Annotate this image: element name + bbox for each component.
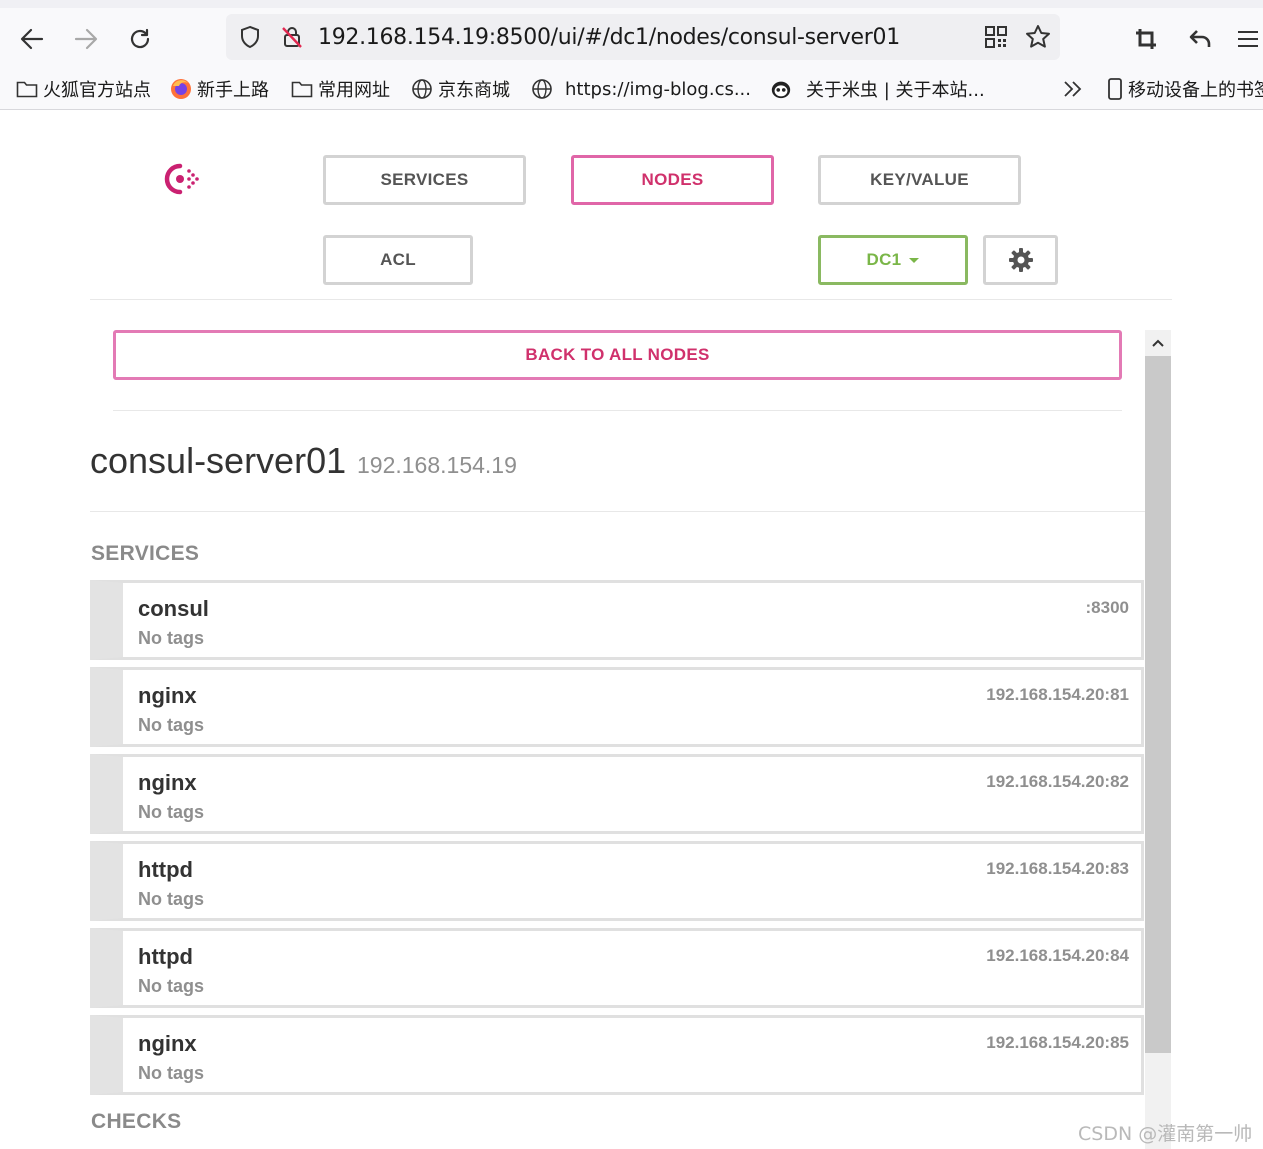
folder-icon	[291, 78, 313, 100]
qr-code-icon[interactable]	[982, 24, 1010, 50]
datacenter-dropdown[interactable]: DC1	[818, 235, 968, 285]
bookmark-item[interactable]: 移动设备上的书签	[1106, 76, 1263, 102]
service-address: 192.168.154.20:84	[986, 946, 1129, 965]
tab-strip	[0, 0, 1263, 8]
caret-down-icon	[909, 257, 920, 263]
service-address: 192.168.154.20:85	[986, 1033, 1129, 1052]
forward-arrow-icon[interactable]	[68, 22, 104, 56]
nav-acl-label: ACL	[380, 250, 416, 269]
bookmarks-bar: 火狐官方站点 新手上路 常用网址 京东商城 https://img-blog.c…	[0, 70, 1263, 110]
bookmark-item[interactable]: 常用网址	[291, 76, 390, 102]
reload-icon[interactable]	[122, 22, 158, 56]
service-address: :8300	[1085, 598, 1129, 617]
bookmark-label: 新手上路	[197, 80, 269, 101]
back-arrow-icon[interactable]	[14, 22, 50, 56]
service-name: nginx	[138, 770, 197, 795]
consul-logo-icon[interactable]	[160, 160, 202, 198]
bookmark-label: 常用网址	[318, 80, 390, 101]
gear-icon	[1008, 247, 1034, 273]
browser-toolbar: 192.168.154.19:8500/ui/#/dc1/nodes/consu…	[0, 8, 1263, 70]
nav-services-button[interactable]: SERVICES	[323, 155, 526, 205]
bookmark-item[interactable]: 火狐官方站点	[16, 76, 151, 102]
divider	[113, 410, 1122, 411]
service-row[interactable]: httpd No tags 192.168.154.20:83	[90, 841, 1144, 921]
firefox-icon	[170, 78, 192, 100]
scrollbar-thumb[interactable]	[1145, 356, 1171, 1053]
settings-button[interactable]	[983, 235, 1058, 285]
service-tags: No tags	[138, 1063, 205, 1083]
nav-keyvalue-button[interactable]: KEY/VALUE	[818, 155, 1021, 205]
url-bar[interactable]: 192.168.154.19:8500/ui/#/dc1/nodes/consu…	[226, 14, 1060, 60]
globe-icon	[531, 78, 553, 100]
services-section-title: SERVICES	[91, 542, 200, 565]
service-address: 192.168.154.20:81	[986, 685, 1129, 704]
bookmark-item[interactable]: 关于米虫 | 关于本站...	[770, 76, 985, 102]
service-name: nginx	[138, 683, 197, 708]
service-tags: No tags	[138, 976, 205, 996]
insecure-lock-icon[interactable]	[278, 24, 306, 50]
header-divider	[90, 299, 1172, 300]
bookmark-label: 火狐官方站点	[43, 80, 151, 101]
service-address: 192.168.154.20:82	[986, 772, 1129, 791]
service-name: nginx	[138, 1031, 197, 1056]
bookmark-item[interactable]: https://img-blog.cs...	[531, 76, 751, 102]
service-name: httpd	[138, 944, 193, 969]
service-tags: No tags	[138, 715, 205, 735]
bookmark-item[interactable]: 京东商城	[411, 76, 510, 102]
service-row[interactable]: httpd No tags 192.168.154.20:84	[90, 928, 1144, 1008]
service-row[interactable]: nginx No tags 192.168.154.20:85	[90, 1015, 1144, 1095]
nav-nodes-label: NODES	[641, 170, 704, 189]
nav-services-label: SERVICES	[380, 170, 469, 189]
bookmark-label: 关于米虫 | 关于本站...	[806, 80, 985, 101]
back-to-all-nodes-button[interactable]: BACK TO ALL NODES	[113, 330, 1122, 380]
crop-icon[interactable]	[1128, 22, 1164, 56]
panda-icon	[770, 78, 792, 100]
star-bookmark-icon[interactable]	[1024, 24, 1052, 50]
service-name: httpd	[138, 857, 193, 882]
folder-icon	[16, 78, 38, 100]
bookmark-label: https://img-blog.cs...	[565, 78, 752, 100]
service-row[interactable]: nginx No tags 192.168.154.20:82	[90, 754, 1144, 834]
service-tags: No tags	[138, 628, 205, 648]
checks-section-title: CHECKS	[91, 1110, 182, 1133]
service-tags: No tags	[138, 802, 205, 822]
node-name: consul-server01	[90, 440, 347, 481]
service-tags: No tags	[138, 889, 205, 909]
watermark: CSDN @灌南第一帅	[1078, 1123, 1253, 1145]
undo-icon[interactable]	[1182, 22, 1218, 56]
globe-icon	[411, 78, 433, 100]
divider	[90, 511, 1145, 512]
service-row[interactable]: nginx No tags 192.168.154.20:81	[90, 667, 1144, 747]
mobile-icon	[1106, 78, 1124, 100]
more-bookmarks-chevron-icon[interactable]	[1062, 76, 1084, 102]
nav-keyvalue-label: KEY/VALUE	[870, 170, 969, 189]
back-to-all-nodes-label: BACK TO ALL NODES	[525, 345, 710, 364]
bookmark-item[interactable]: 新手上路	[170, 76, 269, 102]
service-address: 192.168.154.20:83	[986, 859, 1129, 878]
node-ip: 192.168.154.19	[357, 452, 517, 478]
nav-acl-button[interactable]: ACL	[323, 235, 473, 285]
service-row[interactable]: consul No tags :8300	[90, 580, 1144, 660]
url-text[interactable]: 192.168.154.19:8500/ui/#/dc1/nodes/consu…	[318, 25, 900, 50]
scroll-up-chevron-icon[interactable]	[1145, 330, 1171, 356]
datacenter-label: DC1	[866, 250, 902, 269]
shield-icon[interactable]	[236, 24, 264, 50]
bookmark-label: 京东商城	[438, 80, 510, 101]
menu-icon[interactable]	[1236, 22, 1263, 56]
service-name: consul	[138, 596, 209, 621]
nav-nodes-button[interactable]: NODES	[571, 155, 774, 205]
bookmark-label: 移动设备上的书签	[1128, 80, 1263, 101]
